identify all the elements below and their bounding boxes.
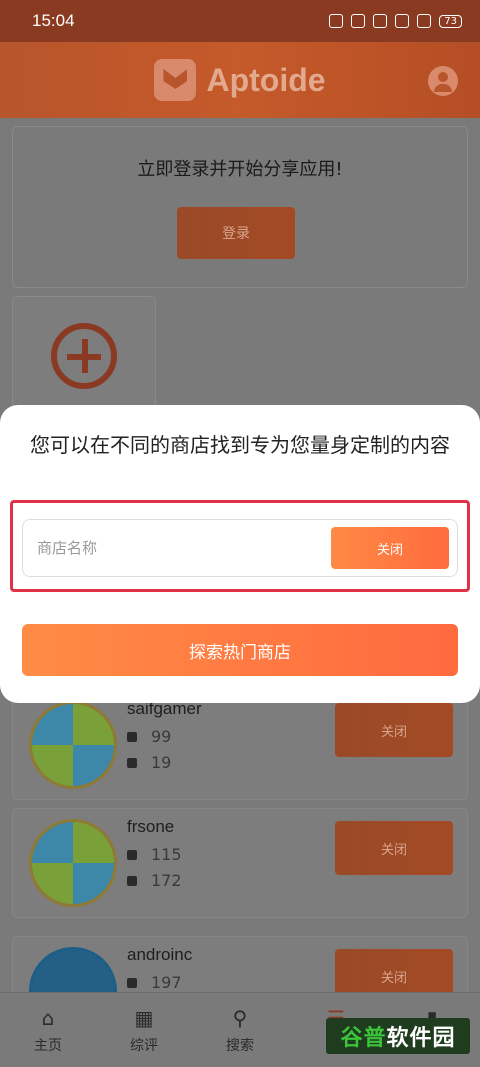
followers-stat: 197 xyxy=(127,973,182,992)
nav-reviews-label: 综评 xyxy=(130,1038,158,1054)
layers-icon xyxy=(127,875,137,886)
followers-stat: 115 xyxy=(127,845,182,864)
battery-icon: 73 xyxy=(439,14,462,28)
person-icon xyxy=(127,731,137,742)
watermark: 谷普 软件园 xyxy=(326,1018,470,1054)
nav-home-label: 主页 xyxy=(34,1038,62,1054)
store-avatar xyxy=(29,947,117,992)
login-message: 立即登录并开始分享应用! xyxy=(137,159,343,180)
account-icon[interactable] xyxy=(428,66,458,96)
store-name-input[interactable] xyxy=(37,532,327,564)
store-close-button[interactable]: 关闭 xyxy=(335,821,453,875)
mute-icon xyxy=(373,14,388,28)
followers-count: 197 xyxy=(151,973,182,992)
home-icon: ⌂ xyxy=(41,1006,55,1030)
layers-icon xyxy=(127,757,137,768)
person-icon xyxy=(127,977,137,988)
person-icon xyxy=(127,849,137,860)
status-time: 15:04 xyxy=(32,11,75,30)
login-button[interactable]: 登录 xyxy=(177,207,295,259)
app-header: Aptoide xyxy=(0,42,480,118)
store-name: androinc xyxy=(127,945,193,964)
apps-count: 19 xyxy=(151,753,172,772)
alarm-icon xyxy=(351,14,366,28)
nav-search-label: 搜索 xyxy=(226,1038,254,1054)
hd-icon xyxy=(395,14,410,28)
store-card[interactable]: saifgamer 99 19 关闭 xyxy=(12,690,468,800)
followers-count: 115 xyxy=(151,845,182,864)
app-name: Aptoide xyxy=(206,61,326,98)
status-icons: 73 xyxy=(329,14,462,28)
watermark-part1: 谷普 xyxy=(340,1026,387,1051)
store-close-button[interactable]: 关闭 xyxy=(335,949,453,992)
explore-stores-button[interactable]: 探索热门商店 xyxy=(22,624,458,676)
store-close-button[interactable]: 关闭 xyxy=(335,703,453,757)
followers-stat: 99 xyxy=(127,727,171,746)
apps-count: 172 xyxy=(151,871,182,890)
nav-reviews[interactable]: ▦ 综评 xyxy=(96,993,192,1067)
apps-stat: 19 xyxy=(127,753,171,772)
store-search-dialog: 您可以在不同的商店找到专为您量身定制的内容 关闭 探索热门商店 xyxy=(0,405,480,703)
store-avatar xyxy=(29,819,117,907)
login-card: 立即登录并开始分享应用! 登录 xyxy=(12,126,468,288)
store-card[interactable]: androinc 197 关闭 xyxy=(12,936,468,992)
search-icon: ⚲ xyxy=(232,1006,248,1030)
add-icon xyxy=(51,323,117,389)
watermark-part2: 软件园 xyxy=(386,1026,456,1051)
store-card[interactable]: frsone 115 172 关闭 xyxy=(12,808,468,918)
nav-search[interactable]: ⚲ 搜索 xyxy=(192,993,288,1067)
apps-stat: 172 xyxy=(127,871,182,890)
store-search-row: 关闭 xyxy=(22,519,458,577)
store-name: frsone xyxy=(127,817,175,836)
signal-icon xyxy=(417,14,432,28)
followers-count: 99 xyxy=(151,727,172,746)
dialog-title: 您可以在不同的商店找到专为您量身定制的内容 xyxy=(30,433,450,457)
store-avatar xyxy=(29,701,117,789)
vpn-icon xyxy=(329,14,344,28)
status-bar: 15:04 73 xyxy=(0,0,480,42)
nav-home[interactable]: ⌂ 主页 xyxy=(0,993,96,1067)
dialog-close-button[interactable]: 关闭 xyxy=(331,527,449,569)
calendar-star-icon: ▦ xyxy=(134,1006,154,1030)
aptoide-logo-icon xyxy=(154,59,197,101)
app-logo: Aptoide xyxy=(154,59,326,101)
